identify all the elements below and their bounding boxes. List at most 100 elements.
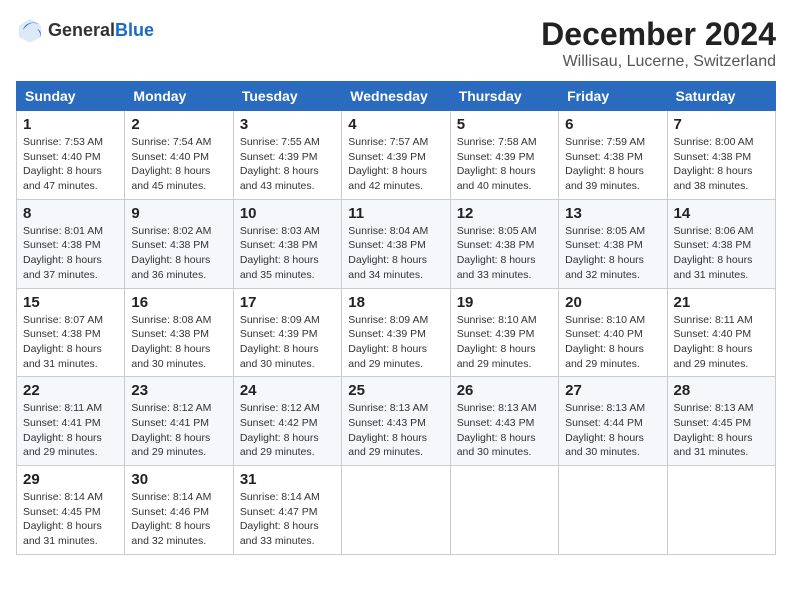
day-info: Sunrise: 8:14 AMSunset: 4:47 PMDaylight:… xyxy=(240,490,335,549)
day-info: Sunrise: 8:13 AMSunset: 4:44 PMDaylight:… xyxy=(565,401,660,460)
weekday-header-wednesday: Wednesday xyxy=(342,82,450,111)
calendar-cell: 12 Sunrise: 8:05 AMSunset: 4:38 PMDayligh… xyxy=(450,199,558,288)
day-info: Sunrise: 7:57 AMSunset: 4:39 PMDaylight:… xyxy=(348,135,443,194)
day-info: Sunrise: 8:13 AMSunset: 4:43 PMDaylight:… xyxy=(348,401,443,460)
logo: GeneralBlue xyxy=(16,16,154,44)
day-info: Sunrise: 8:05 AMSunset: 4:38 PMDaylight:… xyxy=(457,224,552,283)
day-number: 6 xyxy=(565,116,660,133)
day-number: 21 xyxy=(674,294,769,311)
day-info: Sunrise: 8:13 AMSunset: 4:45 PMDaylight:… xyxy=(674,401,769,460)
day-info: Sunrise: 8:04 AMSunset: 4:38 PMDaylight:… xyxy=(348,224,443,283)
day-number: 2 xyxy=(131,116,226,133)
calendar-cell: 13 Sunrise: 8:05 AMSunset: 4:38 PMDayligh… xyxy=(559,199,667,288)
calendar-week-row: 15Sunrise: 8:07 AMSunset: 4:38 PMDayligh… xyxy=(17,288,776,377)
calendar-cell xyxy=(559,466,667,555)
calendar-cell: 4 Sunrise: 7:57 AMSunset: 4:39 PMDaylight… xyxy=(342,111,450,200)
day-number: 15 xyxy=(23,294,118,311)
day-number: 3 xyxy=(240,116,335,133)
calendar-cell: 26 Sunrise: 8:13 AMSunset: 4:43 PMDayligh… xyxy=(450,377,558,466)
day-number: 31 xyxy=(240,471,335,488)
calendar-cell: 25 Sunrise: 8:13 AMSunset: 4:43 PMDayligh… xyxy=(342,377,450,466)
day-number: 24 xyxy=(240,382,335,399)
day-number: 7 xyxy=(674,116,769,133)
calendar-cell: 31 Sunrise: 8:14 AMSunset: 4:47 PMDayligh… xyxy=(233,466,341,555)
calendar-cell: 10 Sunrise: 8:03 AMSunset: 4:38 PMDayligh… xyxy=(233,199,341,288)
calendar-cell: 1 Sunrise: 7:53 AMSunset: 4:40 PMDaylight… xyxy=(17,111,125,200)
calendar-cell: 8Sunrise: 8:01 AMSunset: 4:38 PMDaylight… xyxy=(17,199,125,288)
day-info: Sunrise: 8:10 AMSunset: 4:40 PMDaylight:… xyxy=(565,313,660,372)
calendar-cell: 22 Sunrise: 8:11 AMSunset: 4:41 PMDayligh… xyxy=(17,377,125,466)
day-number: 4 xyxy=(348,116,443,133)
calendar-cell: 28 Sunrise: 8:13 AMSunset: 4:45 PMDayligh… xyxy=(667,377,775,466)
day-number: 19 xyxy=(457,294,552,311)
day-info: Sunrise: 7:58 AMSunset: 4:39 PMDaylight:… xyxy=(457,135,552,194)
title-area: December 2024 Willisau, Lucerne, Switzer… xyxy=(541,16,776,71)
calendar-cell: 19 Sunrise: 8:10 AMSunset: 4:39 PMDayligh… xyxy=(450,288,558,377)
day-number: 26 xyxy=(457,382,552,399)
day-info: Sunrise: 8:09 AMSunset: 4:39 PMDaylight:… xyxy=(348,313,443,372)
day-number: 22 xyxy=(23,382,118,399)
day-number: 10 xyxy=(240,205,335,222)
day-number: 18 xyxy=(348,294,443,311)
calendar-cell: 18 Sunrise: 8:09 AMSunset: 4:39 PMDayligh… xyxy=(342,288,450,377)
weekday-header-row: SundayMondayTuesdayWednesdayThursdayFrid… xyxy=(17,82,776,111)
logo-blue: Blue xyxy=(115,20,154,40)
logo-general: General xyxy=(48,20,115,40)
day-info: Sunrise: 8:14 AMSunset: 4:46 PMDaylight:… xyxy=(131,490,226,549)
day-info: Sunrise: 8:13 AMSunset: 4:43 PMDaylight:… xyxy=(457,401,552,460)
calendar-cell: 11 Sunrise: 8:04 AMSunset: 4:38 PMDayligh… xyxy=(342,199,450,288)
day-number: 16 xyxy=(131,294,226,311)
calendar-cell: 21 Sunrise: 8:11 AMSunset: 4:40 PMDayligh… xyxy=(667,288,775,377)
day-number: 28 xyxy=(674,382,769,399)
day-number: 1 xyxy=(23,116,118,133)
calendar-week-row: 8Sunrise: 8:01 AMSunset: 4:38 PMDaylight… xyxy=(17,199,776,288)
calendar-cell: 2Sunrise: 7:54 AMSunset: 4:40 PMDaylight… xyxy=(125,111,233,200)
day-info: Sunrise: 8:10 AMSunset: 4:39 PMDaylight:… xyxy=(457,313,552,372)
calendar-cell: 7Sunrise: 8:00 AMSunset: 4:38 PMDaylight… xyxy=(667,111,775,200)
day-info: Sunrise: 8:12 AMSunset: 4:41 PMDaylight:… xyxy=(131,401,226,460)
day-number: 8 xyxy=(23,205,118,222)
day-number: 11 xyxy=(348,205,443,222)
weekday-header-sunday: Sunday xyxy=(17,82,125,111)
logo-icon xyxy=(16,16,44,44)
day-info: Sunrise: 8:12 AMSunset: 4:42 PMDaylight:… xyxy=(240,401,335,460)
day-number: 9 xyxy=(131,205,226,222)
day-info: Sunrise: 7:53 AMSunset: 4:40 PMDaylight:… xyxy=(23,135,118,194)
calendar-cell xyxy=(342,466,450,555)
calendar-week-row: 22 Sunrise: 8:11 AMSunset: 4:41 PMDayligh… xyxy=(17,377,776,466)
day-info: Sunrise: 8:03 AMSunset: 4:38 PMDaylight:… xyxy=(240,224,335,283)
calendar-cell: 16 Sunrise: 8:08 AMSunset: 4:38 PMDayligh… xyxy=(125,288,233,377)
month-title: December 2024 xyxy=(541,16,776,53)
day-info: Sunrise: 8:11 AMSunset: 4:40 PMDaylight:… xyxy=(674,313,769,372)
calendar-cell: 20Sunrise: 8:10 AMSunset: 4:40 PMDayligh… xyxy=(559,288,667,377)
day-number: 27 xyxy=(565,382,660,399)
location-title: Willisau, Lucerne, Switzerland xyxy=(541,53,776,71)
day-info: Sunrise: 8:05 AMSunset: 4:38 PMDaylight:… xyxy=(565,224,660,283)
page-header: GeneralBlue December 2024 Willisau, Luce… xyxy=(16,16,776,71)
day-info: Sunrise: 8:14 AMSunset: 4:45 PMDaylight:… xyxy=(23,490,118,549)
day-info: Sunrise: 8:11 AMSunset: 4:41 PMDaylight:… xyxy=(23,401,118,460)
weekday-header-monday: Monday xyxy=(125,82,233,111)
calendar-cell: 24 Sunrise: 8:12 AMSunset: 4:42 PMDayligh… xyxy=(233,377,341,466)
calendar-cell xyxy=(450,466,558,555)
calendar-cell: 30Sunrise: 8:14 AMSunset: 4:46 PMDayligh… xyxy=(125,466,233,555)
weekday-header-friday: Friday xyxy=(559,82,667,111)
weekday-header-tuesday: Tuesday xyxy=(233,82,341,111)
day-number: 5 xyxy=(457,116,552,133)
day-info: Sunrise: 8:09 AMSunset: 4:39 PMDaylight:… xyxy=(240,313,335,372)
calendar-cell: 6Sunrise: 7:59 AMSunset: 4:38 PMDaylight… xyxy=(559,111,667,200)
calendar-cell: 3 Sunrise: 7:55 AMSunset: 4:39 PMDaylight… xyxy=(233,111,341,200)
calendar-cell: 29 Sunrise: 8:14 AMSunset: 4:45 PMDayligh… xyxy=(17,466,125,555)
day-number: 13 xyxy=(565,205,660,222)
day-info: Sunrise: 7:55 AMSunset: 4:39 PMDaylight:… xyxy=(240,135,335,194)
day-number: 29 xyxy=(23,471,118,488)
calendar-cell: 15Sunrise: 8:07 AMSunset: 4:38 PMDayligh… xyxy=(17,288,125,377)
day-number: 17 xyxy=(240,294,335,311)
day-number: 14 xyxy=(674,205,769,222)
weekday-header-saturday: Saturday xyxy=(667,82,775,111)
calendar-cell: 27 Sunrise: 8:13 AMSunset: 4:44 PMDayligh… xyxy=(559,377,667,466)
day-number: 25 xyxy=(348,382,443,399)
calendar-week-row: 29 Sunrise: 8:14 AMSunset: 4:45 PMDayligh… xyxy=(17,466,776,555)
day-number: 12 xyxy=(457,205,552,222)
day-info: Sunrise: 8:08 AMSunset: 4:38 PMDaylight:… xyxy=(131,313,226,372)
